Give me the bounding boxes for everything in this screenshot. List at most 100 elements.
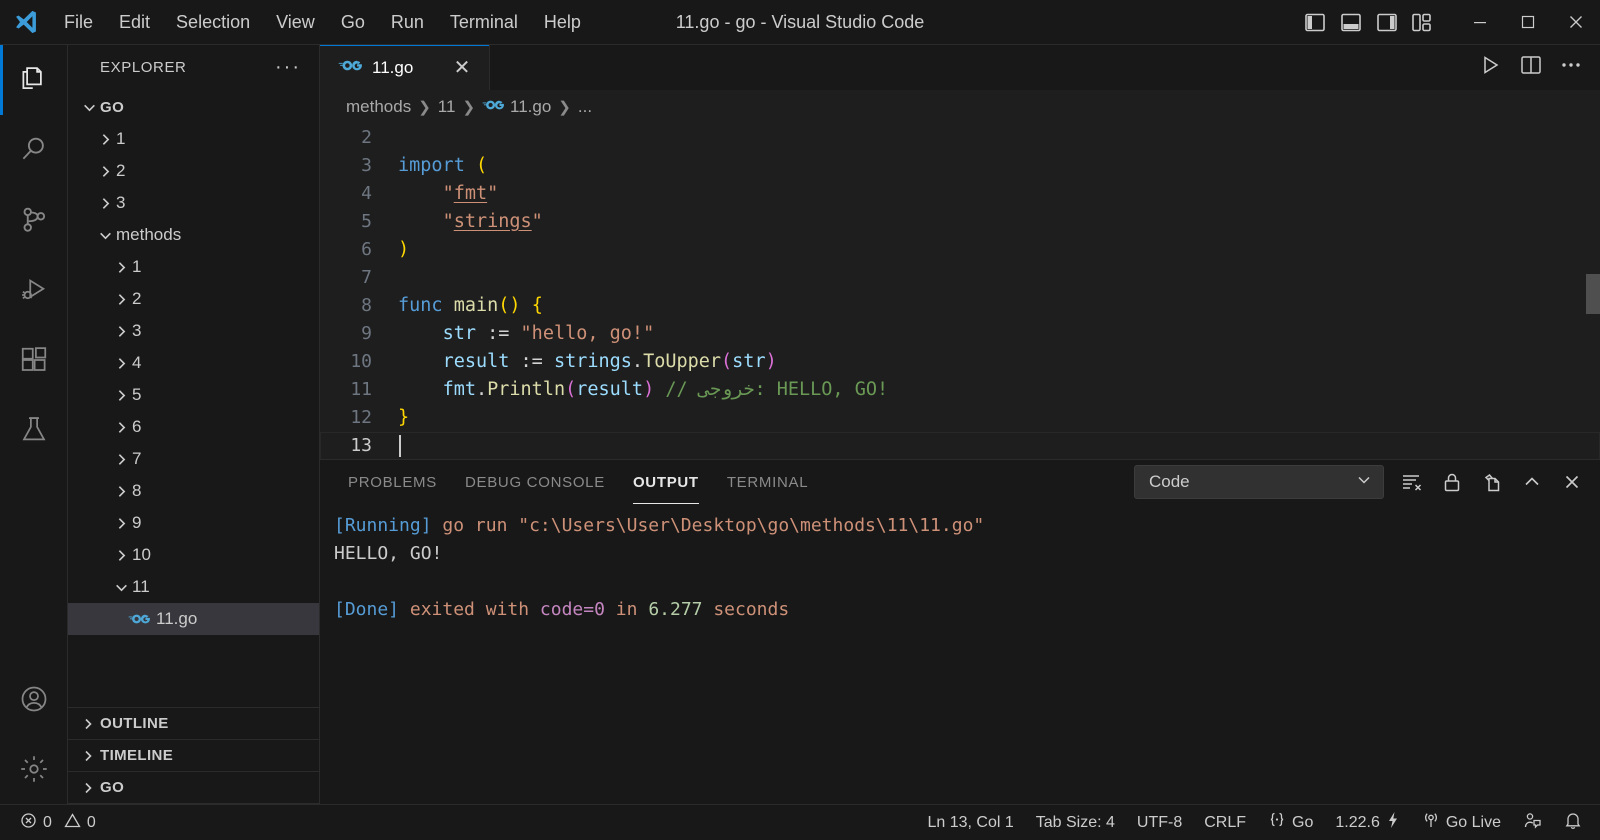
clear-output-icon[interactable] [1400,470,1424,494]
code-line: 2 [320,124,1600,152]
breadcrumb-item-11go[interactable]: 11.go [482,97,551,117]
lock-icon[interactable] [1440,470,1464,494]
activity-manage-settings[interactable] [0,734,68,804]
editor-tab-label: 11.go [372,57,414,77]
toggle-panel-icon[interactable] [1340,11,1362,33]
collapse-panel-icon[interactable] [1520,470,1544,494]
output-channel-select[interactable]: Code [1134,465,1384,499]
bottom-panel: PROBLEMS DEBUG CONSOLE OUTPUT TERMINAL C… [320,459,1600,804]
tree-folder-1[interactable]: 1 [68,123,319,155]
error-icon [20,812,37,834]
status-language-mode[interactable]: Go [1258,805,1323,840]
output-line: [Running] go run "c:\Users\User\Desktop\… [334,515,985,536]
panel-tab-problems[interactable]: PROBLEMS [334,460,451,504]
tree-item-label: 1 [116,129,126,148]
tree-folder-7[interactable]: 7 [68,443,319,475]
breadcrumb-item-11[interactable]: 11 [438,97,456,117]
window-close-button[interactable] [1552,0,1600,45]
sidebar-section-timeline[interactable]: TIMELINE [68,740,319,772]
toggle-primary-sidebar-icon[interactable] [1304,11,1326,33]
menu-selection[interactable]: Selection [164,7,262,37]
toggle-secondary-sidebar-icon[interactable] [1376,11,1398,33]
open-in-editor-icon[interactable] [1480,470,1504,494]
panel-tab-output[interactable]: OUTPUT [619,460,713,504]
line-number: 9 [361,323,372,344]
tree-folder-6[interactable]: 6 [68,411,319,443]
chevron-right-icon [110,484,132,499]
split-editor-button[interactable] [1520,54,1542,81]
editor-tab-close-icon[interactable]: ✕ [449,55,475,80]
text-cursor [399,435,401,457]
tree-folder-3[interactable]: 3 [68,315,319,347]
chevron-right-icon [110,516,132,531]
tree-folder-11[interactable]: 11 [68,571,319,603]
tree-folder-10[interactable]: 10 [68,539,319,571]
sidebar-section-label: OUTLINE [100,715,169,732]
tree-folder-3[interactable]: 3 [68,187,319,219]
editor-vertical-scrollbar[interactable] [1586,274,1600,314]
code-line-text: str := "hello, go!" [442,323,655,344]
status-tab-size[interactable]: Tab Size: 4 [1026,805,1125,840]
sidebar-section-go[interactable]: GO [68,772,319,804]
chevron-right-icon [110,548,132,563]
status-problems[interactable]: 0 0 [10,805,106,840]
activity-accounts[interactable] [0,664,68,734]
chevron-right-icon [76,749,100,763]
menu-run[interactable]: Run [379,7,436,37]
chevron-right-icon: ❯ [462,99,476,116]
customize-layout-icon[interactable] [1412,11,1434,33]
tree-folder-methods[interactable]: methods [68,219,319,251]
menu-edit[interactable]: Edit [107,7,162,37]
menu-help[interactable]: Help [532,7,593,37]
go-icon [338,58,362,78]
chevron-right-icon [110,356,132,371]
status-feedback[interactable] [1513,805,1552,840]
chevron-right-icon [110,324,132,339]
code-editor[interactable]: 2 3 import (4 "fmt" 5 "strings" 6) 7 8 func mai… [320,124,1600,459]
code-line: 3 import ( [320,152,1600,180]
activity-source-control[interactable] [0,185,68,255]
status-notifications[interactable] [1554,805,1592,840]
status-eol[interactable]: CRLF [1194,805,1256,840]
tree-folder-2[interactable]: 2 [68,283,319,315]
chevron-right-icon [110,292,132,307]
breadcrumb-filename: 11.go [510,97,552,116]
explorer-more-actions-icon[interactable]: ··· [275,56,311,79]
tree-folder-4[interactable]: 4 [68,347,319,379]
tree-folder-1[interactable]: 1 [68,251,319,283]
activity-explorer[interactable] [0,45,68,115]
menu-view[interactable]: View [264,7,327,37]
panel-tab-terminal[interactable]: TERMINAL [713,460,822,504]
activity-testing[interactable] [0,395,68,465]
status-cursor-position[interactable]: Ln 13, Col 1 [917,805,1023,840]
status-go-version[interactable]: 1.22.6 [1325,805,1409,840]
menu-go[interactable]: Go [329,7,377,37]
breadcrumb-item-methods[interactable]: methods [346,97,411,117]
menu-file[interactable]: File [52,7,105,37]
tree-folder-GO[interactable]: GO [68,91,319,123]
editor-tab-11go[interactable]: 11.go ✕ [320,45,490,90]
editor-more-actions-button[interactable] [1560,54,1582,81]
activity-search[interactable] [0,115,68,185]
tree-item-label: 8 [132,481,142,500]
tree-folder-5[interactable]: 5 [68,379,319,411]
window-minimize-button[interactable] [1456,0,1504,45]
chevron-right-icon [76,781,100,795]
activity-extensions[interactable] [0,325,68,395]
close-panel-icon[interactable] [1560,470,1584,494]
tree-file-11.go[interactable]: 11.go [68,603,319,635]
sidebar-section-outline[interactable]: OUTLINE [68,708,319,740]
tree-folder-2[interactable]: 2 [68,155,319,187]
activity-run-and-debug[interactable] [0,255,68,325]
status-go-live[interactable]: Go Live [1412,805,1511,840]
title-bar-right [1304,0,1600,44]
status-encoding[interactable]: UTF-8 [1127,805,1192,840]
window-maximize-button[interactable] [1504,0,1552,45]
tree-folder-9[interactable]: 9 [68,507,319,539]
panel-tab-debug-console[interactable]: DEBUG CONSOLE [451,460,619,504]
tree-folder-8[interactable]: 8 [68,475,319,507]
run-code-button[interactable] [1478,53,1502,82]
breadcrumb-item-more[interactable]: ... [578,97,592,117]
menu-terminal[interactable]: Terminal [438,7,530,37]
